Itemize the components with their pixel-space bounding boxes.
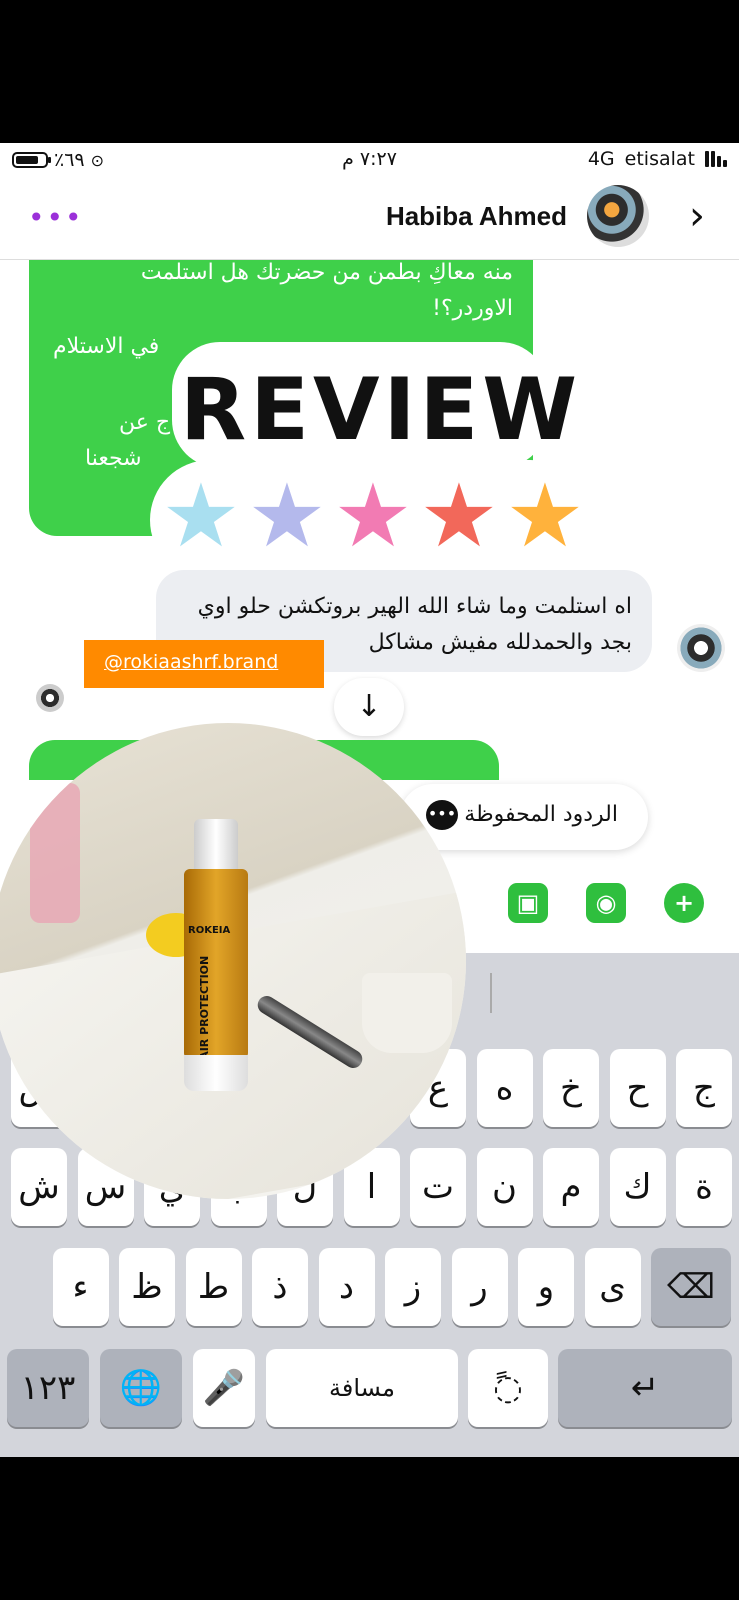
globe-key[interactable]: 🌐 <box>100 1349 182 1427</box>
key-letter[interactable]: ة <box>676 1148 732 1226</box>
chat-bubble-icon: ••• <box>426 800 458 830</box>
message-line: بجد والحمدلله مفيش مشاكل <box>368 630 632 655</box>
bottle-body: ROKEIA HAIR PROTECTION SERUM <box>184 869 248 1079</box>
more-options-button[interactable]: ••• <box>28 201 84 234</box>
key-letter[interactable]: ذ <box>252 1248 308 1326</box>
bottle-pump <box>194 819 238 875</box>
bottle-base <box>184 1055 248 1091</box>
key-letter[interactable]: ز <box>385 1248 441 1326</box>
product-photo: ROKEIA HAIR PROTECTION SERUM <box>0 723 466 1199</box>
scroll-down-button[interactable]: ↓ <box>334 678 404 736</box>
contact-name[interactable]: Habiba Ahmed <box>386 201 567 232</box>
key-letter[interactable]: ك <box>609 1148 666 1226</box>
key-letter[interactable]: ظ <box>119 1248 175 1326</box>
key-letter[interactable]: و <box>518 1248 574 1326</box>
sender-avatar <box>677 624 725 672</box>
bottle-brand: ROKEIA <box>188 925 231 936</box>
review-label: REVIEW <box>180 360 582 460</box>
key-letter[interactable]: خ <box>543 1049 599 1127</box>
white-cup <box>362 973 452 1053</box>
bottle-product-line: HAIR PROTECTION <box>198 955 211 1069</box>
predictive-divider <box>490 973 492 1013</box>
contact-avatar[interactable] <box>587 185 649 247</box>
star-icon: ★ <box>419 464 499 567</box>
key-letter[interactable]: م <box>543 1148 599 1226</box>
gallery-icon[interactable]: ▣ <box>508 883 548 923</box>
message-line: شجعنا <box>85 446 142 471</box>
review-sticker: REVIEW ★ ★ ★ ★ ★ <box>150 340 590 590</box>
space-key[interactable]: مسافة <box>266 1349 458 1427</box>
network-type: 4G <box>587 148 615 170</box>
saved-replies-button[interactable]: الردود المحفوظة ••• <box>400 784 648 850</box>
message-line: منه معاكِ بطمن من حضرتك هل استلمت <box>140 260 513 285</box>
brand-handle[interactable]: @rokiaashrf.brand <box>104 651 278 673</box>
serum-bottle: ROKEIA HAIR PROTECTION SERUM <box>184 819 248 1091</box>
star-icon: ★ <box>333 464 413 567</box>
key-letter[interactable]: ء <box>52 1248 109 1326</box>
key-letter[interactable]: ه <box>476 1049 533 1127</box>
delete-key[interactable]: ⌫ <box>651 1248 731 1326</box>
key-letter[interactable]: ح <box>609 1049 666 1127</box>
message-line: اه استلمت وما شاء الله الهير بروتكشن حلو… <box>197 594 632 619</box>
key-letter[interactable]: ر <box>451 1248 508 1326</box>
carrier-name: etisalat <box>624 148 695 170</box>
return-key[interactable]: ↵ <box>558 1349 732 1427</box>
status-bar: ٪٦٩ ⊙ ٧:٢٧ م 4G etisalat <box>0 143 739 179</box>
messenger-screen: ٪٦٩ ⊙ ٧:٢٧ م 4G etisalat ••• Habiba Ahme… <box>0 143 739 1457</box>
microphone-key[interactable]: 🎤 <box>193 1349 255 1427</box>
chat-header: ••• Habiba Ahmed › <box>0 179 739 260</box>
message-line: في الاستلام <box>53 334 160 359</box>
message-line: الاوردر؟! <box>432 296 513 321</box>
signal-icon <box>705 151 727 167</box>
star-icon: ★ <box>161 464 241 567</box>
star-icon: ★ <box>505 464 585 567</box>
numbers-key[interactable]: ١٢٣ <box>7 1349 89 1427</box>
key-letter[interactable]: د <box>318 1248 375 1326</box>
back-button[interactable]: › <box>689 193 705 239</box>
diacritic-key[interactable]: ◌ً <box>468 1349 548 1427</box>
star-icon: ★ <box>247 464 327 567</box>
saved-replies-label: الردود المحفوظة <box>464 802 618 827</box>
add-icon[interactable]: + <box>664 883 704 923</box>
brand-tag[interactable]: @rokiaashrf.brand <box>84 640 324 688</box>
key-letter[interactable]: ط <box>185 1248 242 1326</box>
camera-icon[interactable]: ◉ <box>586 883 626 923</box>
review-label-bg: REVIEW <box>180 350 582 460</box>
carrier-group: 4G etisalat <box>588 148 727 170</box>
star-rating: ★ ★ ★ ★ ★ <box>158 466 588 566</box>
seen-avatar <box>36 684 64 712</box>
key-letter[interactable]: ج <box>676 1049 732 1127</box>
background-bottle <box>30 783 80 923</box>
key-letter[interactable]: ن <box>476 1148 533 1226</box>
key-letter[interactable]: ى <box>584 1248 641 1326</box>
